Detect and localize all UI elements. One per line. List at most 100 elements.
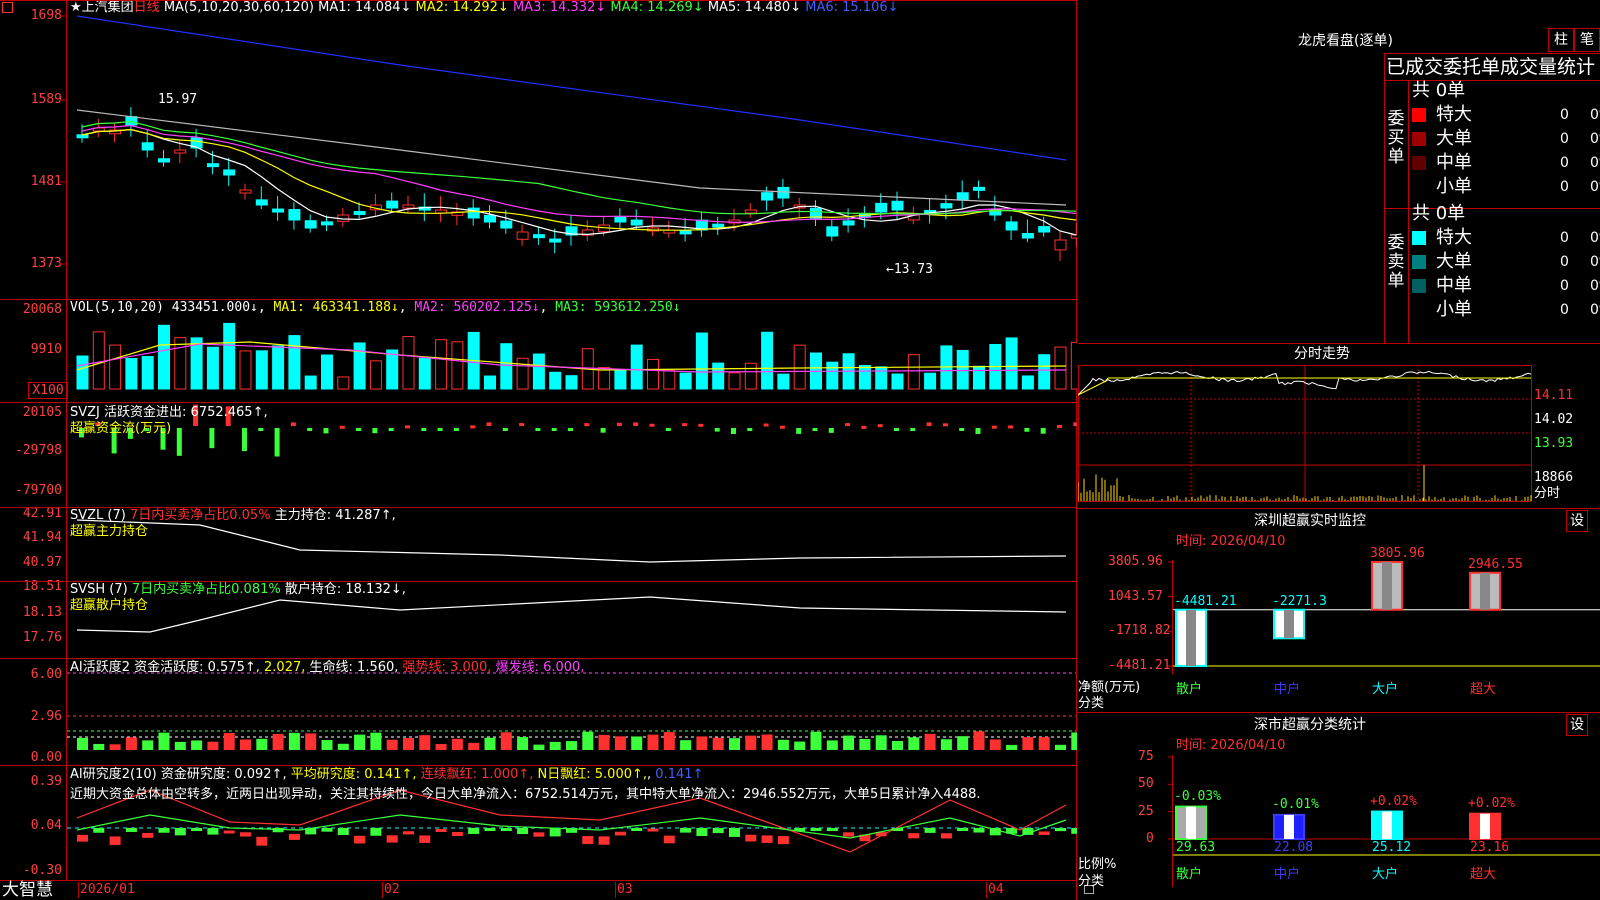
sz-class-xlabel: 分类: [1078, 874, 1105, 889]
sell-total: 共 0单: [1412, 203, 1466, 224]
buy-row: 小单 0 0%: [1410, 175, 1600, 199]
buy-row: 特大 0 0%: [1410, 103, 1600, 127]
sz-class-title: 深市超赢分类统计: [1254, 717, 1366, 733]
sz-monitor-settings-button[interactable]: 设: [1566, 510, 1588, 532]
brand-label: 大智慧: [2, 880, 53, 900]
kline-panel[interactable]: ★上汽集团日线 MA(5,10,20,30,60,120) MA1: 14.08…: [0, 0, 1094, 900]
row-pct: 0%: [1590, 179, 1600, 195]
row-count: 0: [1560, 278, 1569, 294]
legend-swatch: [1412, 231, 1426, 245]
buy-row: 中单 0 0%: [1410, 151, 1600, 175]
row-name: 小单: [1436, 299, 1472, 320]
ai-active-desc5: 爆发线: 6.000,: [495, 660, 585, 675]
buy-orders-label: 委买单: [1387, 109, 1405, 167]
x-axis-label: 03: [617, 882, 633, 897]
intraday-title: 分时走势: [1294, 346, 1350, 362]
row-name: 大单: [1436, 251, 1472, 272]
monitor-bar-label: -4481.21: [1174, 593, 1237, 609]
row-name: 中单: [1436, 152, 1472, 173]
class-value-label: 29.63: [1176, 840, 1216, 855]
row-name: 大单: [1436, 128, 1472, 149]
x-axis-label: 04: [988, 882, 1004, 897]
ai-research-desc2: 平均研究度: 0.141↑,: [290, 767, 417, 782]
legend-swatch: [1412, 255, 1426, 269]
class-tick: 0: [1146, 831, 1154, 846]
sz-monitor-time: 时间: 2026/04/10: [1176, 534, 1286, 549]
svsh-desc2: 散户持仓: 18.132↓,: [284, 582, 406, 597]
price-low-mark: ←13.73: [886, 262, 933, 277]
row-count: 0: [1560, 254, 1569, 270]
row-count: 0: [1560, 107, 1569, 123]
sell-orders-label: 委卖单: [1387, 233, 1405, 291]
ai-active-desc4: 强势线: 3.000,: [402, 660, 492, 675]
ai-research-desc1: 资金研究度: 0.092↑,: [160, 767, 287, 782]
x-axis-label: 2026/01: [80, 882, 135, 897]
monitor-bar-label: -2271.3: [1272, 593, 1327, 609]
monitor-bar-label: 3805.96: [1370, 546, 1425, 561]
row-name: 特大: [1436, 227, 1472, 248]
row-count: 0: [1560, 302, 1569, 318]
monitor-tick: 3805.96: [1108, 554, 1163, 569]
ai-active-label: AI活跃度2: [70, 660, 130, 675]
sell-row: 小单 0 0%: [1410, 298, 1600, 322]
ai-active-desc2: , 2.027,: [255, 660, 306, 675]
buy-row: 大单 0 0%: [1410, 127, 1600, 151]
row-pct: 0%: [1590, 107, 1600, 123]
right-panel: 龙虎看盘(逐单) 柱 笔 已成交委托单成交量统计 委买单 委卖单 共 0单 特大…: [1078, 0, 1600, 900]
sell-row: 中单 0 0%: [1410, 274, 1600, 298]
row-pct: 0%: [1590, 254, 1600, 270]
sz-class-time: 时间: 2026/04/10: [1176, 738, 1286, 753]
row-name: 小单: [1436, 176, 1472, 197]
x-axis-label: 02: [384, 882, 400, 897]
svzl-label: SVZL (7): [70, 508, 126, 523]
class-category: 中户: [1274, 867, 1301, 882]
count-view-button[interactable]: 笔: [1574, 28, 1600, 52]
sz-monitor-xlabel: 分类: [1078, 696, 1105, 711]
sz-class-chart: [1168, 755, 1600, 887]
monitor-category: 大户: [1372, 682, 1399, 697]
buy-total: 共 0单: [1412, 80, 1466, 101]
intraday-chart[interactable]: [1078, 365, 1600, 505]
monitor-tick: -4481.21: [1108, 658, 1171, 673]
row-count: 0: [1560, 230, 1569, 246]
vol-label: VOL(5,10,20): [70, 300, 164, 315]
monitor-category: 中户: [1274, 682, 1301, 697]
svzj-sub: 超赢资金流(万元): [70, 421, 172, 436]
row-pct: 0%: [1590, 230, 1600, 246]
class-category: 大户: [1372, 867, 1399, 882]
class-tick: 50: [1138, 776, 1154, 792]
row-count: 0: [1560, 155, 1569, 171]
vol-ma3: MA3: 593612.250↓: [555, 300, 681, 315]
class-tick: 25: [1138, 803, 1154, 819]
svsh-label: SVSH (7): [70, 582, 128, 597]
ai-research-desc4: N日飘红: 5.000↑,: [537, 767, 648, 782]
monitor-tick: -1718.82: [1108, 623, 1171, 639]
class-value-label: 22.08: [1274, 840, 1314, 855]
monitor-category: 超大: [1470, 682, 1497, 697]
row-name: 特大: [1436, 104, 1472, 125]
row-pct: 0%: [1590, 302, 1600, 318]
svzj-desc: 活跃资金进出: 6752.465↑: [104, 405, 264, 420]
sz-class-ylabel: 比例%: [1078, 857, 1117, 872]
sell-row: 大单 0 0%: [1410, 250, 1600, 274]
sz-class-settings-button[interactable]: 设: [1566, 714, 1588, 736]
intraday-tick: 分时: [1534, 486, 1561, 501]
vol-ma2: MA2: 560202.125↓: [414, 300, 540, 315]
svzl-sub: 超赢主力持仓: [70, 524, 149, 539]
price-high-mark: 15.97: [158, 92, 198, 107]
legend-swatch: [1412, 279, 1426, 293]
bar-view-button[interactable]: 柱: [1548, 28, 1574, 52]
legend-swatch: [1412, 108, 1426, 122]
class-value-label: 23.16: [1470, 840, 1510, 855]
row-count: 0: [1560, 131, 1569, 147]
vol-value: 433451.000↓: [171, 300, 258, 315]
class-change-label: +0.02%: [1468, 795, 1515, 811]
row-pct: 0%: [1590, 278, 1600, 294]
sz-monitor-ylabel: 净额(万元): [1078, 680, 1141, 695]
intraday-tick: 18866: [1534, 470, 1574, 485]
ai-active-desc3: 生命线: 1.560,: [309, 660, 399, 675]
sz-monitor-title: 深圳超赢实时监控: [1254, 513, 1366, 529]
svzj-label: SVZJ: [70, 405, 100, 420]
intraday-tick: 13.93: [1534, 436, 1574, 451]
lhb-subtitle: 已成交委托单成交量统计: [1386, 56, 1596, 78]
